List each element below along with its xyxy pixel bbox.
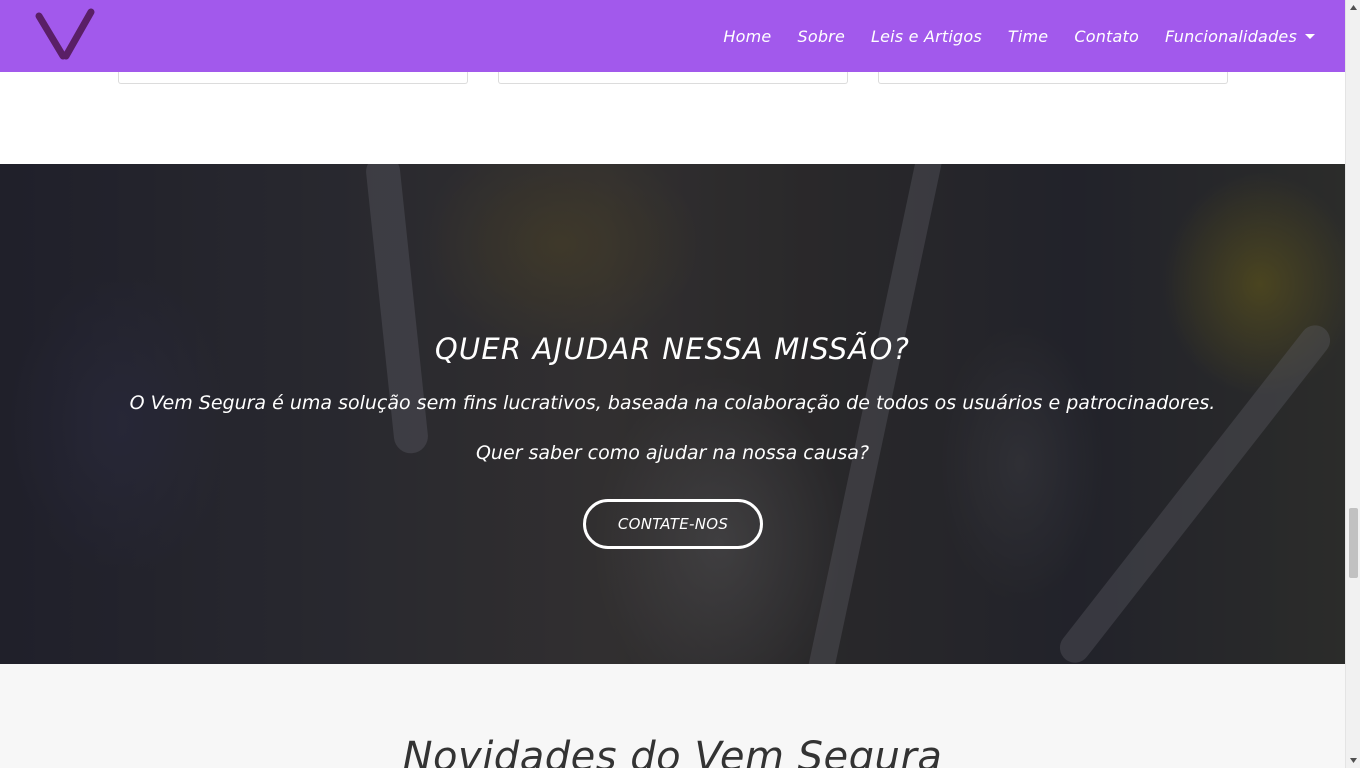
hero-section: QUER AJUDAR NESSA MISSÃO? O Vem Segura é… [0,164,1345,664]
caret-down-icon [1305,33,1315,39]
news-section: Novidades do Vem Segura [0,664,1345,768]
hero-content: QUER AJUDAR NESSA MISSÃO? O Vem Segura é… [0,164,1345,664]
nav-item-sobre[interactable]: Sobre [797,27,845,46]
nav-item-contato[interactable]: Contato [1074,27,1139,46]
vem-segura-logo[interactable] [30,6,100,66]
hero-description: O Vem Segura é uma solução sem fins lucr… [129,392,1216,414]
page: Home Sobre Leis e Artigos Time Contato F… [0,0,1345,768]
nav-item-leis-e-artigos[interactable]: Leis e Artigos [871,27,982,46]
vertical-scrollbar[interactable] [1345,0,1360,768]
nav-dropdown-funcionalidades[interactable]: Funcionalidades [1165,27,1315,46]
nav-item-time[interactable]: Time [1008,27,1048,46]
scroll-down-arrow-icon[interactable] [1346,753,1360,768]
nav-links: Home Sobre Leis e Artigos Time Contato F… [697,0,1315,72]
news-title: Novidades do Vem Segura [402,734,943,768]
scroll-up-arrow-icon[interactable] [1346,0,1360,15]
hero-question: Quer saber como ajudar na nossa causa? [475,442,870,464]
navbar: Home Sobre Leis e Artigos Time Contato F… [0,0,1345,72]
nav-item-home[interactable]: Home [723,27,771,46]
contact-us-button[interactable]: CONTATE-NOS [583,499,763,549]
hero-title: QUER AJUDAR NESSA MISSÃO? [434,332,911,366]
scrollbar-thumb[interactable] [1349,508,1358,578]
nav-dropdown-label: Funcionalidades [1165,26,1297,46]
